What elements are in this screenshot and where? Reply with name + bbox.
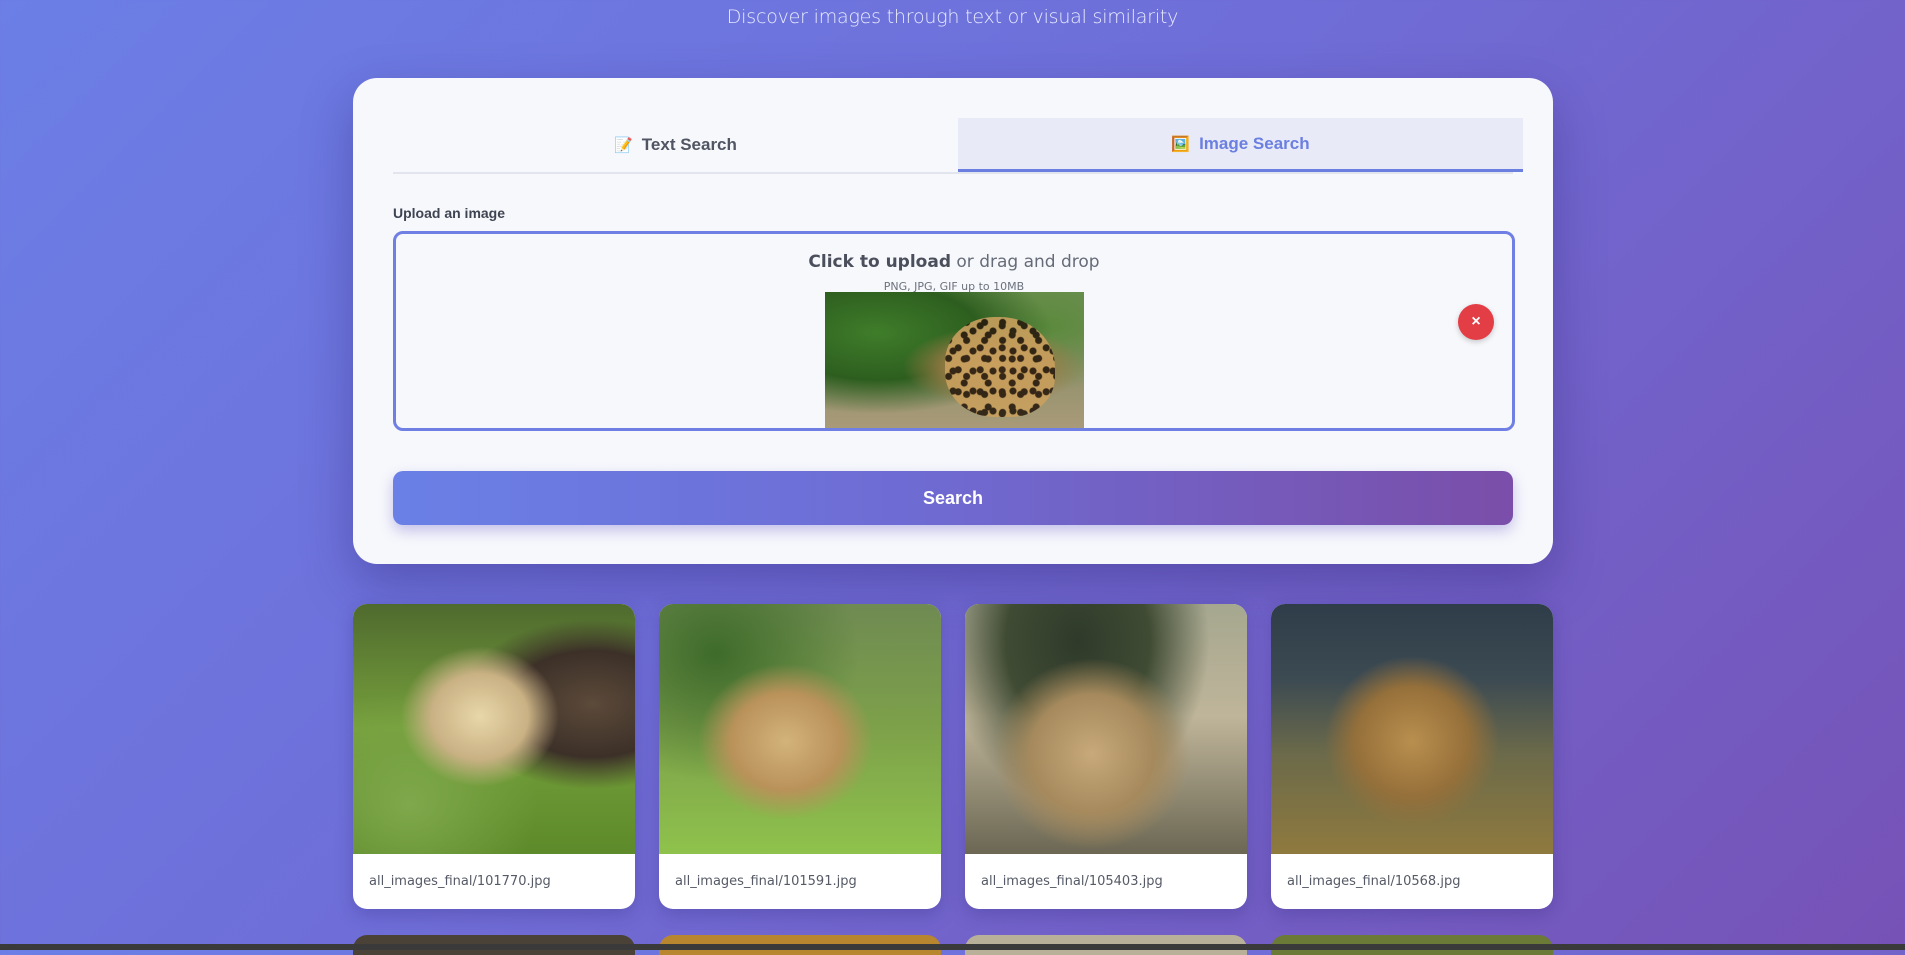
search-tabs: 📝 Text Search 🖼️ Image Search — [393, 118, 1523, 174]
result-caption: all_images_final/10568.jpg — [1287, 874, 1461, 889]
tab-label: Text Search — [641, 135, 737, 154]
result-caption: all_images_final/105403.jpg — [981, 874, 1163, 889]
result-caption: all_images_final/101770.jpg — [369, 874, 551, 889]
search-button[interactable]: Search — [393, 471, 1513, 525]
page-subtitle: Discover images through text or visual s… — [726, 6, 1179, 28]
search-card: 📝 Text Search 🖼️ Image Search Upload an … — [353, 78, 1553, 564]
result-card[interactable]: all_images_final/101591.jpg — [659, 604, 941, 909]
uploaded-image-preview — [825, 292, 1084, 428]
result-card[interactable]: all_images_final/10568.jpg — [1271, 604, 1553, 909]
tab-label: Image Search — [1199, 133, 1310, 153]
result-card[interactable]: all_images_final/101770.jpg — [353, 604, 635, 909]
result-caption: all_images_final/101591.jpg — [675, 874, 857, 889]
tab-image-search[interactable]: 🖼️ Image Search — [958, 118, 1523, 172]
result-image[interactable] — [965, 604, 1247, 854]
taskbar-edge — [0, 944, 1905, 950]
upload-instructions: Click to upload or drag and drop — [396, 252, 1512, 272]
upload-cta[interactable]: Click to upload — [808, 252, 951, 272]
remove-image-button[interactable]: × — [1458, 304, 1494, 340]
memo-icon: 📝 — [614, 137, 633, 154]
picture-icon: 🖼️ — [1171, 135, 1191, 153]
result-image[interactable] — [659, 604, 941, 854]
tab-text-search[interactable]: 📝 Text Search — [393, 118, 958, 172]
result-image[interactable] — [353, 604, 635, 854]
upload-cta-rest: or drag and drop — [951, 252, 1100, 272]
preview-subject — [945, 317, 1055, 417]
result-card[interactable]: all_images_final/105403.jpg — [965, 604, 1247, 909]
upload-dropzone[interactable]: Click to upload or drag and drop PNG, JP… — [393, 231, 1515, 431]
upload-label: Upload an image — [393, 205, 506, 221]
result-image[interactable] — [1271, 604, 1553, 854]
